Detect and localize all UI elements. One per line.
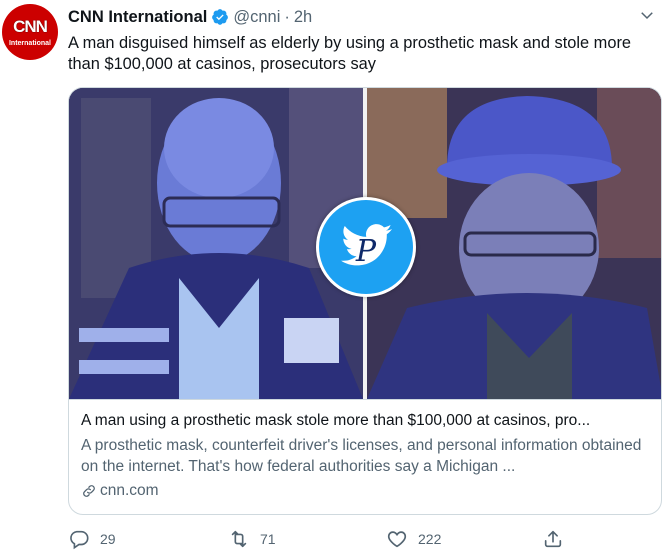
card-image[interactable]: P (69, 88, 661, 399)
reply-icon (70, 530, 89, 550)
card-title: A man using a prosthetic mask stole more… (81, 412, 591, 429)
retweet-button[interactable]: 71 (228, 528, 276, 550)
card-description: A prosthetic mask, counterfeit driver's … (81, 437, 642, 475)
link-card[interactable]: P A man using a prosthetic mask stole mo… (68, 87, 662, 515)
account-handle[interactable]: @cnni (233, 8, 280, 27)
twitter-bird-icon: P (319, 200, 413, 294)
retweet-icon (231, 530, 247, 548)
like-count: 222 (418, 531, 442, 547)
tweet-actions: 29 71 222 (68, 528, 628, 552)
link-icon (83, 485, 95, 497)
account-name[interactable]: CNN International (68, 8, 207, 27)
verified-badge-icon (212, 9, 229, 25)
chevron-down-icon[interactable] (638, 6, 656, 24)
card-body[interactable]: A man using a prosthetic mask stole more… (69, 399, 661, 514)
share-icon (544, 530, 562, 548)
twitter-bird-logo: P (316, 197, 416, 297)
like-button[interactable]: 222 (386, 528, 441, 550)
tweet[interactable]: CNN International CNN International @cnn… (0, 0, 670, 557)
card-domain-text: cnn.com (100, 482, 159, 499)
card-domain: cnn.com (81, 482, 651, 500)
tweet-header: CNN International @cnni · 2h (68, 6, 312, 28)
tweet-time[interactable]: 2h (294, 8, 312, 27)
avatar-sub: International (8, 40, 51, 47)
reply-button[interactable]: 29 (68, 528, 116, 550)
tweet-text: A man disguised himself as elderly by us… (68, 34, 632, 73)
reply-count: 29 (100, 531, 116, 547)
avatar-logo: CNN (13, 17, 48, 36)
badge-letter: P (355, 234, 377, 269)
retweet-count: 71 (260, 531, 276, 547)
separator-dot: · (284, 7, 290, 26)
like-icon (387, 531, 407, 548)
avatar[interactable]: CNN International (2, 4, 58, 60)
share-button[interactable] (542, 528, 564, 550)
